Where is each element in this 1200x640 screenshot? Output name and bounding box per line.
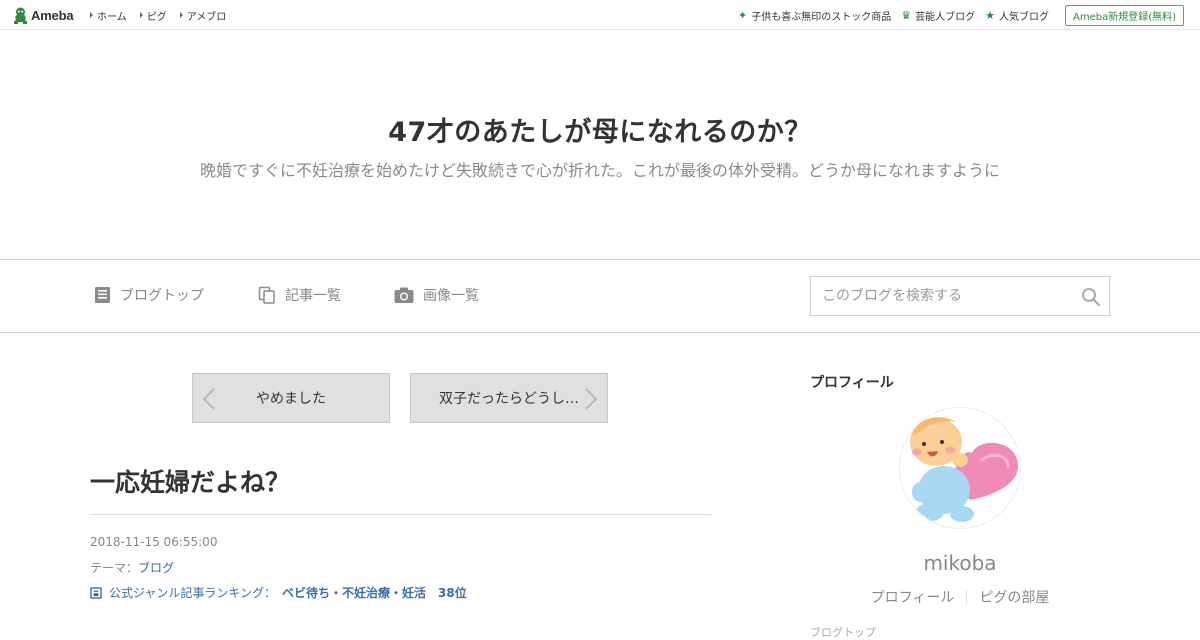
nav-pigg-label: ピグ <box>146 11 167 23</box>
profile-avatar[interactable] <box>899 407 1021 529</box>
ameba-mascot-icon <box>14 7 27 24</box>
prev-article-label: やめました <box>256 391 326 407</box>
nav-ameblo-link[interactable]: アメブロ <box>179 8 227 23</box>
article-title[interactable]: 一応妊婦だよね？ <box>90 463 290 499</box>
muji-stock-label: 子供も喜ぶ無印のストック商品 <box>751 11 892 23</box>
image-list-link[interactable]: 画像一覧 <box>394 285 479 305</box>
camera-icon <box>394 287 414 303</box>
triangle-right-icon <box>139 12 143 18</box>
profile-link[interactable]: プロフィール <box>859 587 967 607</box>
triangle-right-icon <box>179 12 183 18</box>
prev-article-button[interactable]: やめました <box>192 373 390 423</box>
blog-search-box <box>810 276 1110 316</box>
global-right-links: ✦ 子供も喜ぶ無印のストック商品 ♛ 芸能人ブログ ★ 人気ブログ Ameba新規登録… <box>728 0 1184 30</box>
image-list-label: 画像一覧 <box>423 288 479 304</box>
chevron-right-icon <box>585 388 597 410</box>
blog-top-label: ブログトップ <box>120 288 204 304</box>
nav-ameblo-label: アメブロ <box>186 11 227 23</box>
title-divider <box>90 514 711 515</box>
nav-pigg-link[interactable]: ピグ <box>139 8 167 23</box>
ranking-value: ベビ待ち・不妊治療・妊活 38位 <box>282 586 467 600</box>
logo-text: Ameba <box>31 7 74 23</box>
register-button[interactable]: Ameba新規登録(無料) <box>1064 4 1184 26</box>
baby-heart-illustration <box>910 417 1018 522</box>
profile-heading: プロフィール <box>810 375 894 391</box>
profile-username[interactable]: mikoba <box>810 551 1110 575</box>
blog-header: 47才のあたしが母になれるのか？ 晩婚ですぐに不妊治療を始めたけど失敗続きで心が… <box>0 31 1200 259</box>
ameba-logo[interactable]: Ameba <box>13 6 74 24</box>
muji-stock-link[interactable]: ✦ 子供も喜ぶ無印のストック商品 <box>738 8 891 23</box>
crown-icon: ♛ <box>901 8 912 22</box>
ranking-label: 公式ジャンル記事ランキング： <box>109 586 277 600</box>
theme-link[interactable]: ブログ <box>138 561 174 575</box>
popular-blog-label: 人気ブログ <box>998 11 1049 23</box>
document-icon <box>95 287 110 303</box>
chevron-left-icon <box>203 388 215 410</box>
triangle-right-icon <box>90 12 93 18</box>
ranking-link[interactable]: 公式ジャンル記事ランキング： ベビ待ち・不妊治療・妊活 38位 <box>90 584 467 601</box>
article-list-link[interactable]: 記事一覧 <box>258 285 341 305</box>
article-list-label: 記事一覧 <box>285 288 341 304</box>
theme-prefix: テーマ： <box>90 561 139 575</box>
next-article-button[interactable]: 双子だったらどうし… <box>410 373 608 423</box>
next-article-label: 双子だったらどうし… <box>439 391 579 407</box>
blog-top-link[interactable]: ブログトップ <box>94 285 204 305</box>
blog-nav: ブログトップ 記事一覧 画像一覧 <box>0 259 1200 333</box>
article-theme: テーマ：ブログ <box>90 559 174 576</box>
copy-icon <box>258 286 275 304</box>
nav-home-link[interactable]: ホーム <box>90 8 127 23</box>
star-icon: ★ <box>985 8 995 22</box>
pigg-room-link[interactable]: ピグの部屋 <box>967 587 1061 607</box>
article-date: 2018-11-15 06:55:00 <box>90 535 218 549</box>
sidebar-blog-top-text[interactable]: ブログトップ <box>810 624 876 640</box>
blog-search-input[interactable] <box>811 277 1071 315</box>
popular-blog-link[interactable]: ★ 人気ブログ <box>985 8 1049 23</box>
ranking-icon <box>90 586 102 599</box>
sparkle-icon: ✦ <box>738 8 748 22</box>
celebrity-blog-label: 芸能人ブログ <box>915 11 976 23</box>
blog-title[interactable]: 47才のあたしが母になれるのか？ <box>0 110 1200 149</box>
profile-links: プロフィール ピグの部屋 <box>810 587 1110 607</box>
celebrity-blog-link[interactable]: ♛ 芸能人ブログ <box>901 8 975 23</box>
global-nav: ホーム ピグ アメブロ <box>90 0 239 30</box>
nav-home-label: ホーム <box>97 11 127 23</box>
global-header: Ameba ホーム ピグ アメブロ ✦ 子供も喜ぶ無印のストック商品 ♛ 芸能人ブロ… <box>0 0 1200 30</box>
search-icon[interactable] <box>1081 287 1101 307</box>
blog-description: 晩婚ですぐに不妊治療を始めたけど失敗続きで心が折れた。これが最後の体外受精。どう… <box>199 161 1000 180</box>
